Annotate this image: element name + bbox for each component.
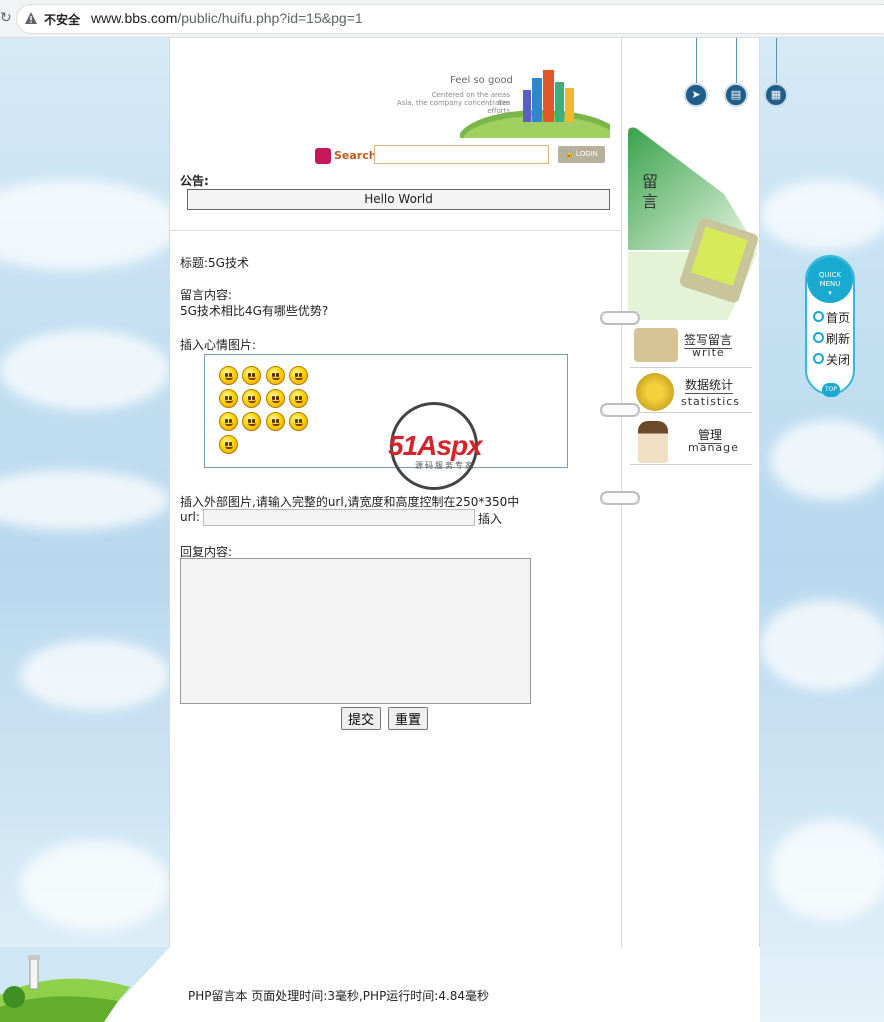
reset-button[interactable]: 重置 [388,707,429,730]
notice-label: 公告: [180,174,209,188]
cloud [20,640,170,710]
url-host: www.bbs.com [91,10,178,26]
sidebar-item-statistics[interactable]: 数据统计 statistics [630,369,752,413]
smiley-icon[interactable] [242,389,261,408]
lock-icon: 🔒 [565,151,576,158]
cloud [0,330,170,410]
banner-text: 留言 [642,172,659,211]
warning-icon[interactable] [24,11,38,25]
image-url-input[interactable] [203,509,475,526]
cloud [0,470,170,530]
back-to-top-button[interactable]: TOP [822,383,840,397]
title-line: 标题:5G技术 [180,254,249,271]
search-input[interactable] [374,145,549,164]
binder-ring [600,403,640,417]
book-icon [634,328,678,362]
hanger-line [776,38,777,83]
reload-icon[interactable]: ↻ [0,10,12,26]
post-title: 5G技术 [208,256,249,270]
divider [170,230,623,231]
smiley-icon[interactable] [242,366,261,385]
sidebar-item-en: write [692,346,725,359]
cloud [760,180,884,250]
smiley-icon[interactable] [266,366,285,385]
person-icon [638,421,668,463]
notice-box: Hello World [187,189,610,210]
submit-button[interactable]: 提交 [341,707,382,730]
cloud [760,600,884,690]
watermark-brand-text: 51Aspx [388,430,483,461]
cloud [770,420,884,500]
guestbook-banner [628,127,758,320]
smiley-icon[interactable] [266,412,285,431]
cloud [0,180,180,270]
title-label: 标题: [180,256,209,270]
insert-link[interactable]: 插入 [478,510,502,527]
quick-item-home[interactable]: 首页 [813,309,850,326]
smiley-icon[interactable] [242,412,261,431]
sidebar-item-zh: 数据统计 [685,378,734,394]
quick-item-close[interactable]: 关闭 [813,351,850,368]
search-icon [315,148,331,164]
tagline-2: Asia, the company concentrates efforts [396,99,510,115]
sidebar-item-en: statistics [681,395,741,408]
content-label: 留言内容: [180,288,233,302]
search-label: Search [334,149,377,162]
watermark-brand: 51Aspx [388,430,483,462]
cloud [20,840,170,930]
lighthouse-hill-art [0,947,170,1022]
smiley-icon[interactable] [219,389,238,408]
gear-icon [636,373,674,411]
quick-menu-header: QUICK MENU ▾ [807,257,853,303]
quick-title-1: QUICK [818,271,842,279]
hanger-line [736,38,737,83]
login-button[interactable]: 🔒 LOGIN [558,146,605,163]
sidebar-item-en: manage [688,441,739,454]
url-label: url: [180,510,200,524]
quick-menu: QUICK MENU ▾ 首页 刷新 关闭 TOP [805,255,855,397]
url-path: /public/huifu.php?id=15&pg=1 [177,10,363,26]
smiley-icon[interactable] [219,435,238,454]
smiley-icon[interactable] [219,366,238,385]
smiley-icon[interactable] [289,389,308,408]
footer: PHP留言本 页面处理时间:3毫秒,PHP运行时间:4.84毫秒 [0,947,760,1022]
quick-title-2: MENU [819,280,841,288]
chevron-down-icon: ▾ [828,289,832,297]
binder-ring [600,311,640,325]
smiley-icon[interactable] [266,389,285,408]
sidebar-item-manage[interactable]: 管理 manage [630,419,752,465]
watermark-sub: 源码服务专家 [415,461,475,470]
binder-ring [600,491,640,505]
security-label[interactable]: 不安全 [44,11,80,28]
document-icon[interactable]: ▦ [764,83,788,107]
main-panel: Feel so good Centered on the areas like … [169,38,623,947]
hanger-line [696,38,697,83]
quick-item-refresh[interactable]: 刷新 [813,330,850,347]
cloud [770,820,884,920]
url-text[interactable]: www.bbs.com/public/huifu.php?id=15&pg=1 [91,10,363,26]
smiley-icon[interactable] [289,412,308,431]
browser-address-bar: ↻ 不安全 www.bbs.com/public/huifu.php?id=15… [0,0,884,38]
mood-picker [204,354,568,468]
external-image-label: 插入外部图片,请输入完整的url,请宽度和高度控制在250*350中 [180,495,520,509]
mood-label: 插入心情图片: [180,338,257,352]
list-icon[interactable]: ▤ [724,83,748,107]
signpost-icon[interactable]: ➤ [684,83,708,107]
slogan: Feel so good [450,75,513,86]
smiley-icon[interactable] [289,366,308,385]
smiley-icon[interactable] [219,412,238,431]
sidebar-item-write[interactable]: 签写留言 write [630,324,752,368]
reply-textarea[interactable] [180,558,531,704]
login-label: LOGIN [575,151,598,158]
post-content: 5G技术相比4G有哪些优势? [180,304,329,318]
sidebar: ➤ ▤ ▦ 留言 签写留言 write 数据统计 statistics 管理 m… [622,38,788,947]
footer-text: PHP留言本 页面处理时间:3毫秒,PHP运行时间:4.84毫秒 [188,989,490,1003]
